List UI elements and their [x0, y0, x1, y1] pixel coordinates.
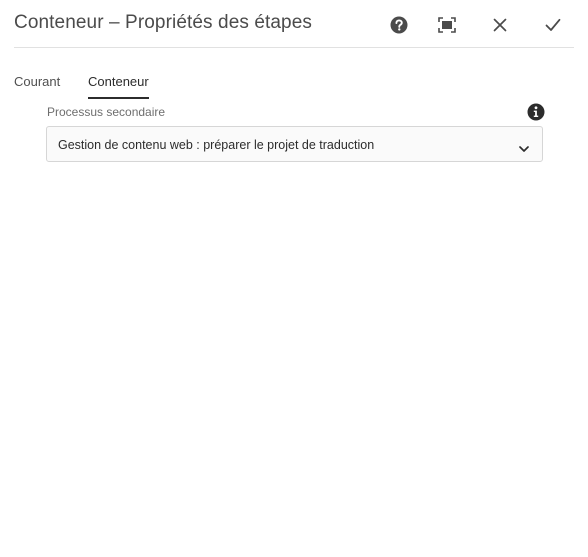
subprocess-select-value: Gestion de contenu web : préparer le pro…	[58, 138, 375, 152]
checkmark-icon	[545, 18, 561, 32]
close-icon	[493, 18, 507, 32]
info-icon[interactable]	[527, 103, 545, 121]
help-circle-icon	[390, 16, 408, 34]
fullscreen-icon	[438, 17, 456, 33]
chevron-down-icon	[519, 140, 529, 158]
subprocess-select[interactable]: Gestion de contenu web : préparer le pro…	[46, 126, 543, 162]
step-properties-dialog: Conteneur – Propriétés des étapes Couran…	[0, 0, 588, 557]
fullscreen-button[interactable]	[434, 12, 460, 38]
help-button[interactable]	[386, 12, 412, 38]
dialog-title: Conteneur – Propriétés des étapes	[14, 12, 312, 33]
dialog-header: Conteneur – Propriétés des étapes	[14, 0, 574, 48]
tab-conteneur[interactable]: Conteneur	[88, 74, 149, 99]
close-button[interactable]	[487, 12, 513, 38]
tab-courant[interactable]: Courant	[14, 74, 60, 99]
confirm-button[interactable]	[540, 12, 566, 38]
subprocess-label: Processus secondaire	[47, 105, 166, 119]
